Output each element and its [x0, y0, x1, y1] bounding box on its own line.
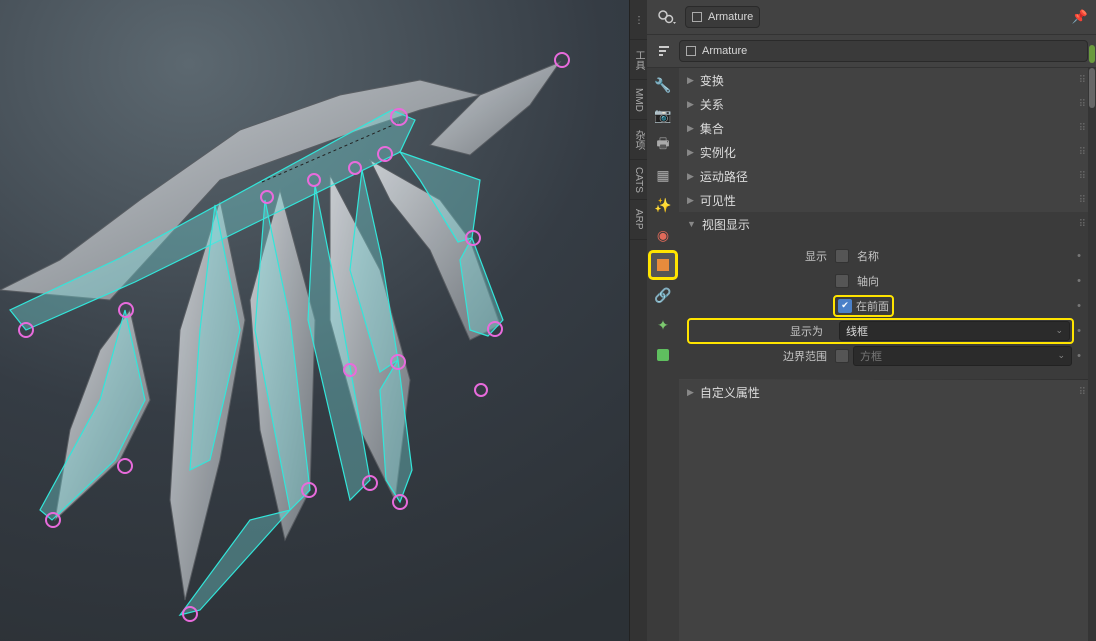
show-label: 显示	[689, 248, 835, 264]
panel-area: ▶ 变换 ⠿ ▶ 关系 ⠿ ▶ 集合 ⠿ ▶ 实例化 ⠿	[679, 68, 1096, 641]
tab-tool-icon[interactable]: 🔧	[650, 72, 676, 98]
decorator-dot-icon[interactable]: •	[1072, 325, 1086, 337]
chevron-down-icon: ⌄	[1055, 325, 1063, 336]
in-front-label: 在前面	[856, 298, 889, 314]
panel-collections-label: 集合	[700, 120, 724, 137]
panel-relations[interactable]: ▶ 关系 ⠿	[679, 92, 1096, 116]
panel-viewport-display[interactable]: ▼ 视图显示 ⠿	[679, 212, 1096, 236]
editor-type-dropdown-icon[interactable]	[655, 6, 679, 28]
panel-transform-label: 变换	[700, 72, 724, 89]
breadcrumb-name: Armature	[702, 45, 747, 57]
n-panel-tabs: ⋯ 工具 MMD 杂项 CATS ARP	[629, 0, 647, 641]
panel-instancing-label: 实例化	[700, 144, 736, 161]
npanel-tab-tool[interactable]: 工具	[630, 40, 647, 80]
panel-viewport-display-body: 显示 名称 • 轴向 •	[679, 236, 1096, 379]
show-axis-label: 轴向	[857, 273, 879, 289]
properties-editor: Armature 📌 Armature 🔧 📷 🖶 ▦ ✨ ◉	[647, 0, 1096, 641]
drag-dots-icon[interactable]: ⠿	[1079, 171, 1088, 182]
tab-modifiers-icon[interactable]: 🔗	[650, 282, 676, 308]
panel-custom-properties[interactable]: ▶ 自定义属性 ⠿	[679, 380, 1096, 404]
disclosure-right-icon: ▶	[687, 171, 694, 182]
display-as-value: 线框	[846, 323, 868, 339]
display-as-label: 显示为	[691, 323, 831, 339]
decorator-dot-icon[interactable]: •	[1072, 350, 1086, 362]
panel-custom-properties-label: 自定义属性	[700, 384, 760, 401]
drag-dots-icon[interactable]: ⠿	[1079, 123, 1088, 134]
breadcrumb-row: Armature	[647, 35, 1096, 68]
show-axis-checkbox[interactable]	[835, 274, 849, 288]
in-front-checkbox[interactable]: ✔	[838, 299, 852, 313]
bounds-type-value: 方框	[860, 348, 882, 364]
show-name-label: 名称	[857, 248, 879, 264]
panel-instancing[interactable]: ▶ 实例化 ⠿	[679, 140, 1096, 164]
tab-viewlayer-icon[interactable]: ▦	[650, 162, 676, 188]
panel-relations-label: 关系	[700, 96, 724, 113]
tab-constraints-icon[interactable]: ✦	[650, 312, 676, 338]
property-tabs: 🔧 📷 🖶 ▦ ✨ ◉ 🔗 ✦	[647, 68, 679, 641]
chevron-down-icon: ⌄	[1057, 350, 1065, 361]
disclosure-right-icon: ▶	[687, 195, 694, 206]
bounds-checkbox[interactable]	[835, 349, 849, 363]
npanel-tab-arp[interactable]: ARP	[630, 200, 647, 240]
datablock-selector[interactable]: Armature	[685, 6, 760, 28]
scrollbar-thumb[interactable]	[1089, 68, 1095, 108]
tab-data-icon[interactable]	[650, 342, 676, 368]
disclosure-right-icon: ▶	[687, 147, 694, 158]
panel-transform[interactable]: ▶ 变换 ⠿	[679, 68, 1096, 92]
properties-header: Armature 📌	[647, 0, 1096, 35]
show-name-checkbox[interactable]	[835, 249, 849, 263]
tab-output-icon[interactable]: 🖶	[650, 132, 676, 158]
panel-motion-paths-label: 运动路径	[700, 168, 748, 185]
panel-collections[interactable]: ▶ 集合 ⠿	[679, 116, 1096, 140]
scrollbar-track[interactable]	[1088, 68, 1096, 641]
disclosure-right-icon: ▶	[687, 75, 694, 86]
disclosure-right-icon: ▶	[687, 123, 694, 134]
bounds-label: 边界范围	[689, 348, 835, 364]
tab-object-icon[interactable]	[650, 252, 676, 278]
panel-visibility[interactable]: ▶ 可见性 ⠿	[679, 188, 1096, 212]
drag-dots-icon[interactable]: ⠿	[1079, 387, 1088, 398]
npanel-tab-mmd[interactable]: MMD	[630, 80, 647, 120]
decorator-dot-icon[interactable]: •	[1072, 300, 1086, 312]
tab-render-icon[interactable]: 📷	[650, 102, 676, 128]
filter-icon[interactable]	[655, 40, 673, 62]
disclosure-right-icon: ▶	[687, 99, 694, 110]
tab-scene-icon[interactable]: ✨	[650, 192, 676, 218]
pin-icon[interactable]: 📌	[1072, 9, 1088, 25]
npanel-tab-misc[interactable]: ⋯	[630, 0, 647, 40]
display-as-select[interactable]: 线框 ⌄	[839, 321, 1070, 341]
drag-dots-icon[interactable]: ⠿	[1079, 75, 1088, 86]
decorator-dot-icon[interactable]: •	[1072, 275, 1086, 287]
tab-world-icon[interactable]: ◉	[650, 222, 676, 248]
datablock-name: Armature	[708, 11, 753, 23]
drag-dots-icon[interactable]: ⠿	[1079, 219, 1088, 230]
armature-icon	[686, 46, 696, 56]
viewport-3d[interactable]	[0, 0, 629, 641]
drag-dots-icon[interactable]: ⠿	[1079, 99, 1088, 110]
drag-dots-icon[interactable]: ⠿	[1079, 147, 1088, 158]
decorator-dot-icon[interactable]: •	[1072, 250, 1086, 262]
disclosure-right-icon: ▶	[687, 387, 694, 398]
panel-viewport-display-label: 视图显示	[702, 216, 750, 233]
breadcrumb-datablock[interactable]: Armature	[679, 40, 1088, 62]
npanel-tab-cats[interactable]: CATS	[630, 160, 647, 200]
disclosure-down-icon: ▼	[687, 219, 696, 229]
panel-motion-paths[interactable]: ▶ 运动路径 ⠿	[679, 164, 1096, 188]
drag-dots-icon[interactable]: ⠿	[1079, 195, 1088, 206]
bounds-type-select[interactable]: 方框 ⌄	[853, 346, 1072, 366]
scrollbar-thumb[interactable]	[1089, 45, 1095, 63]
panel-visibility-label: 可见性	[700, 192, 736, 209]
npanel-tab-misc2[interactable]: 杂项	[630, 120, 647, 160]
armature-icon	[692, 12, 702, 22]
